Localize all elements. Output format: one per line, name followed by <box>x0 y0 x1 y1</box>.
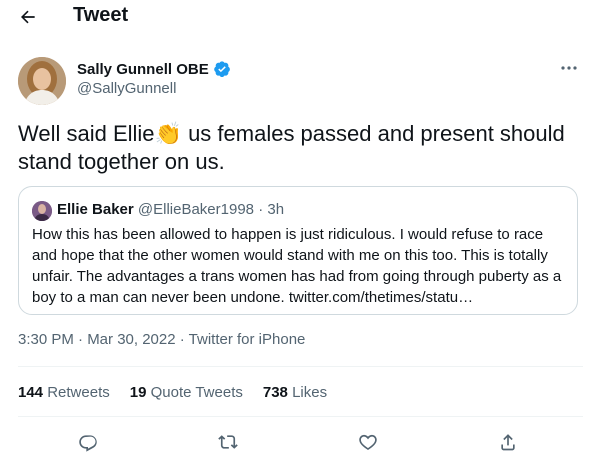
divider <box>18 366 583 367</box>
back-arrow-icon[interactable] <box>14 3 42 31</box>
likes-label: Likes <box>292 384 328 401</box>
tweet-text-start: Well said Ellie <box>18 121 155 146</box>
header: Tweet <box>0 0 600 36</box>
quoted-tweet-header: Ellie Baker @EllieBaker1998 · 3h <box>57 201 284 218</box>
quoted-author-handle: @EllieBaker1998 <box>137 201 255 218</box>
quoted-tweet-text: How this has been allowed to happen is j… <box>32 226 562 306</box>
quoted-tweet-time: · 3h <box>254 201 285 218</box>
like-icon[interactable] <box>354 428 382 456</box>
tweet-stats: 144 Retweets 19 Quote Tweets 738 Likes <box>18 384 327 401</box>
quoted-author-avatar <box>32 201 52 221</box>
tweet-timestamp: 3:30 PM · Mar 30, 2022 · Twitter for iPh… <box>18 331 305 348</box>
timestamp-separator: · <box>175 331 189 348</box>
author-name-text: Sally Gunnell OBE <box>77 60 209 78</box>
page-title: Tweet <box>73 4 129 26</box>
retweets-stat[interactable]: 144 Retweets <box>18 384 110 401</box>
tweet-time-link[interactable]: 3:30 PM · Mar 30, 2022 <box>18 331 176 348</box>
author-avatar[interactable] <box>18 57 66 105</box>
clapping-hands-emoji: 👏 <box>154 121 182 146</box>
share-icon[interactable] <box>494 428 522 456</box>
quote-tweets-count: 19 <box>129 384 147 401</box>
more-options-icon[interactable] <box>556 58 582 78</box>
tweet-source-link[interactable]: Twitter for iPhone <box>189 331 306 348</box>
divider <box>18 416 583 417</box>
quoted-tweet[interactable]: Ellie Baker @EllieBaker1998 · 3h How thi… <box>18 186 578 315</box>
verified-badge-icon <box>213 60 231 78</box>
author-name[interactable]: Sally Gunnell OBE <box>77 60 231 78</box>
retweets-count: 144 <box>18 384 44 401</box>
retweets-label: Retweets <box>47 384 110 401</box>
action-bar <box>0 424 600 460</box>
likes-count: 738 <box>262 384 288 401</box>
likes-stat[interactable]: 738 Likes <box>263 384 327 401</box>
quoted-author-name: Ellie Baker <box>57 201 134 218</box>
author-handle[interactable]: @SallyGunnell <box>77 80 176 97</box>
quote-tweets-stat[interactable]: 19 Quote Tweets <box>130 384 243 401</box>
retweet-icon[interactable] <box>214 428 242 456</box>
reply-icon[interactable] <box>74 428 102 456</box>
tweet-text: Well said Ellie👏 us females passed and p… <box>18 120 588 176</box>
quote-tweets-label: Quote Tweets <box>150 384 243 401</box>
